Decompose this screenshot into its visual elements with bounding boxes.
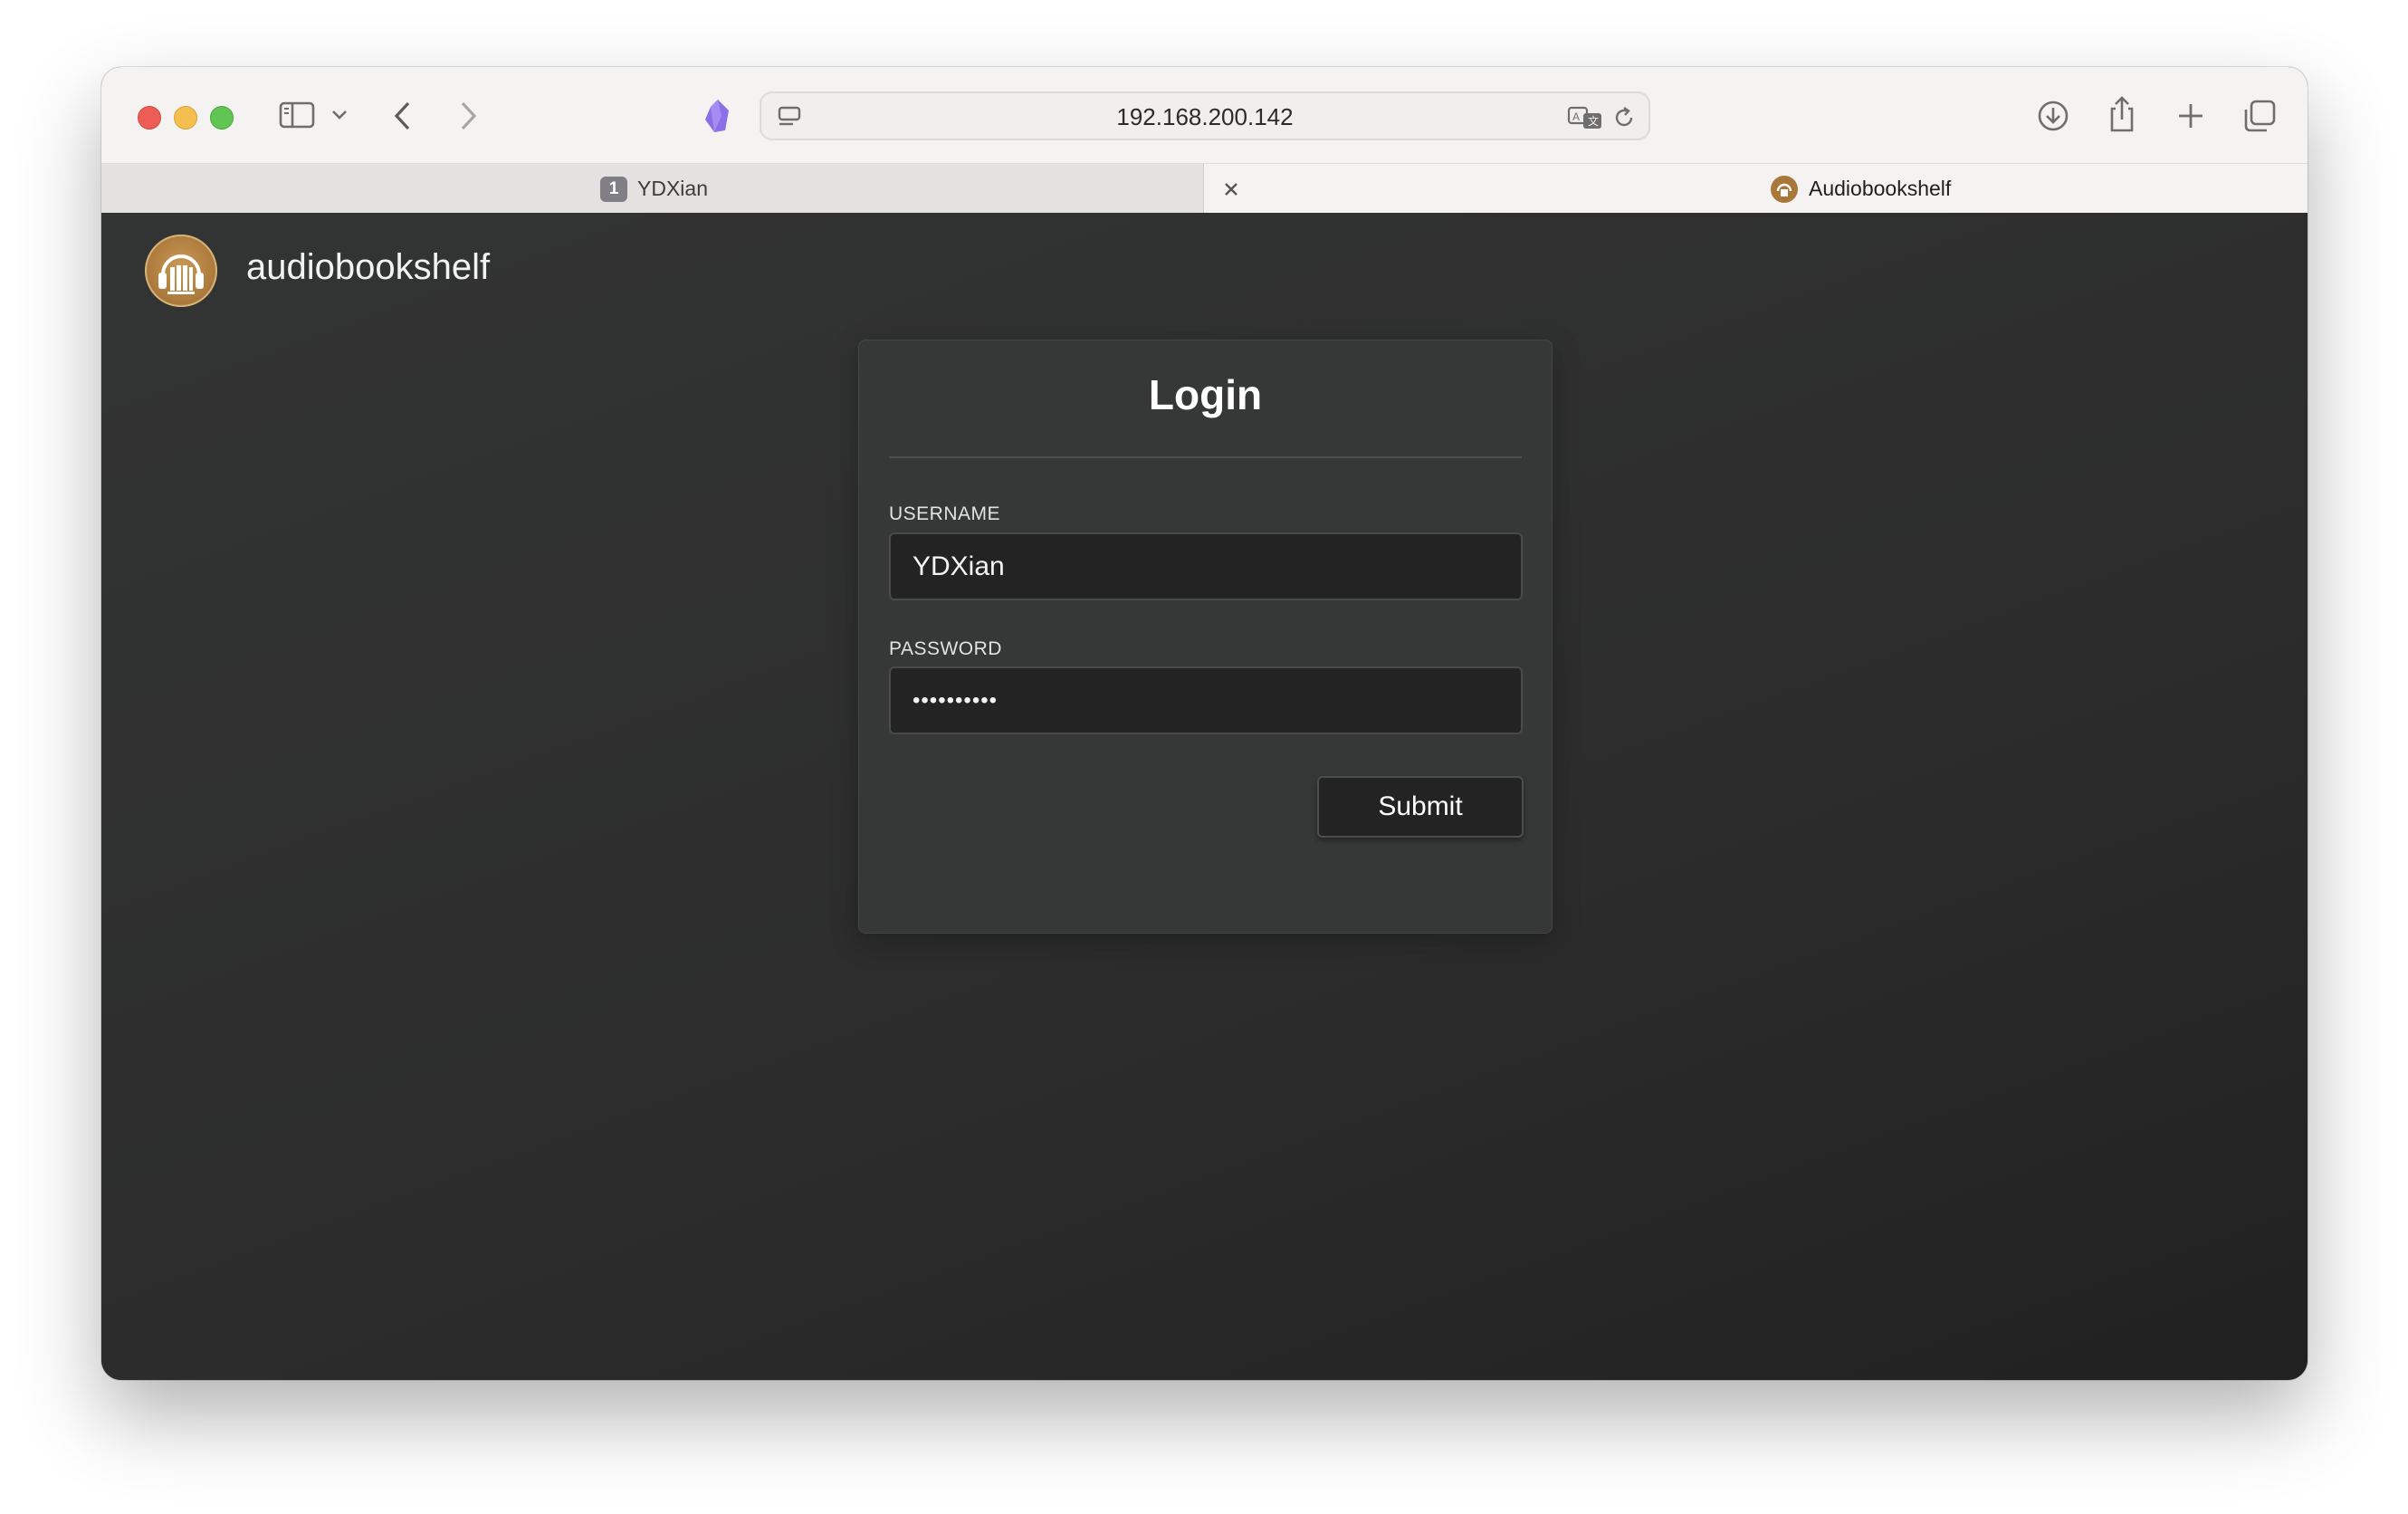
new-tab-icon[interactable]	[2174, 100, 2207, 132]
tab-ydxian[interactable]: 1 YDXian	[101, 164, 1204, 214]
url-text[interactable]: 192.168.200.142	[761, 93, 1648, 140]
login-card: Login USERNAME YDXian PASSWORD •••••••••…	[858, 340, 1553, 934]
browser-toolbar: 192.168.200.142 A文	[101, 67, 2308, 163]
username-input[interactable]: YDXian	[889, 532, 1523, 600]
tab-label: YDXian	[637, 177, 708, 200]
tab-overview-icon[interactable]	[2241, 98, 2278, 134]
password-input[interactable]: ••••••••••	[889, 666, 1523, 734]
audiobookshelf-logo-icon[interactable]	[145, 235, 217, 307]
submit-button[interactable]: Submit	[1317, 776, 1524, 838]
address-bar[interactable]: 192.168.200.142 A文	[760, 91, 1650, 140]
download-icon[interactable]	[2035, 98, 2071, 134]
chevron-down-icon[interactable]	[330, 105, 349, 125]
minimize-window-button[interactable]	[174, 106, 197, 129]
share-icon[interactable]	[2104, 94, 2140, 134]
reload-icon[interactable]	[1610, 104, 1638, 131]
favicon-icon	[1771, 176, 1798, 203]
svg-text:文: 文	[1588, 114, 1599, 128]
svg-text:A: A	[1572, 110, 1580, 123]
page-content: audiobookshelf Login USERNAME YDXian PAS…	[101, 213, 2308, 1380]
tab-group-badge: 1	[600, 177, 627, 202]
tab-bar: 1 YDXian Audiobookshelf	[101, 163, 2308, 214]
sidebar-toggle-icon[interactable]	[278, 100, 316, 130]
tab-audiobookshelf[interactable]: Audiobookshelf	[1204, 164, 2308, 214]
back-icon[interactable]	[389, 98, 416, 134]
translate-icon[interactable]: A文	[1567, 104, 1603, 131]
zoom-window-button[interactable]	[210, 106, 234, 129]
password-label: PASSWORD	[889, 638, 1002, 659]
login-title: Login	[1148, 371, 1263, 418]
obsidian-extension-icon[interactable]	[701, 98, 733, 134]
browser-window: 192.168.200.142 A文 1 YDXian Audiobookshe…	[101, 67, 2308, 1380]
username-label: USERNAME	[889, 503, 1001, 524]
forward-icon[interactable]	[454, 98, 482, 134]
app-name[interactable]: audiobookshelf	[246, 240, 490, 294]
close-window-button[interactable]	[138, 106, 161, 129]
tab-label: Audiobookshelf	[1809, 177, 1952, 200]
divider	[889, 456, 1522, 458]
